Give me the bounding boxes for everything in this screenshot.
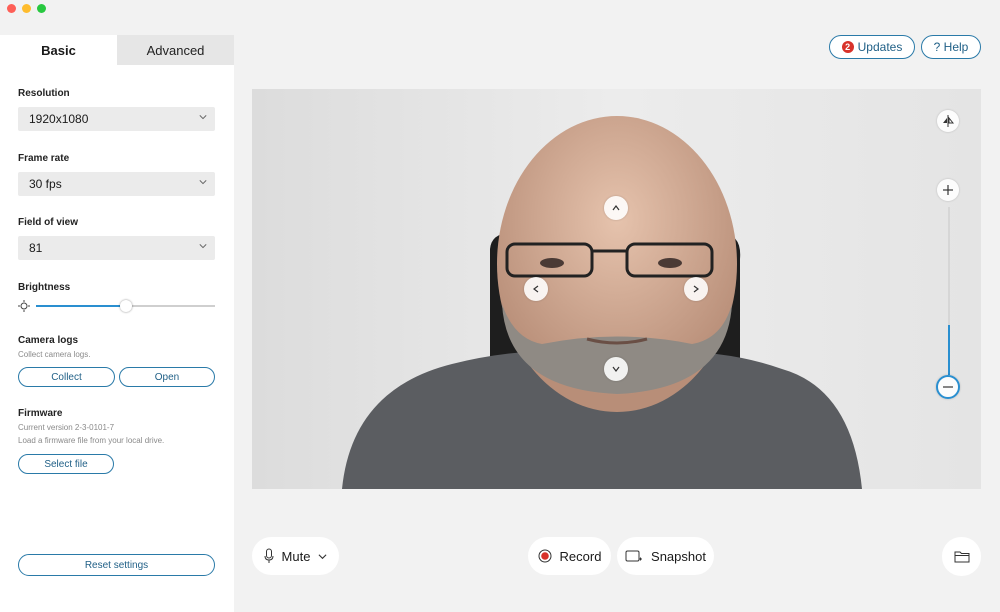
resolution-label: Resolution [18,88,70,99]
snapshot-label: Snapshot [651,548,706,564]
field-of-view-value: 81 [29,241,43,255]
zoom-slider-fill [948,325,950,375]
settings-tabs: Basic Advanced [0,35,234,65]
close-window-button[interactable] [7,4,16,13]
chevron-down-icon [199,180,207,185]
pan-down-icon [612,366,620,372]
brightness-icon [18,300,30,312]
firmware-hint: Load a firmware file from your local dri… [18,436,165,445]
mute-button[interactable]: Mute [252,537,339,575]
camera-logs-label: Camera logs [18,335,79,346]
minimize-window-button[interactable] [22,4,31,13]
updates-count-badge: 2 [841,41,854,53]
pan-right-icon [693,285,699,293]
camera-feed-image [252,89,981,489]
open-folder-button[interactable] [942,537,981,576]
mute-label: Mute [281,548,311,564]
record-button[interactable]: Record [528,537,611,575]
pan-right-button[interactable] [684,277,708,301]
flip-icon [943,115,954,127]
zoom-out-button[interactable] [936,375,960,399]
chevron-down-icon [318,553,327,559]
record-label: Record [559,548,602,564]
chevron-down-icon [199,115,207,120]
brightness-slider-thumb[interactable] [119,300,132,312]
zoom-in-button[interactable] [937,179,959,201]
window-controls [7,4,46,13]
field-of-view-label: Field of view [18,217,79,228]
snapshot-button[interactable]: Snapshot [617,537,714,575]
reset-settings-button[interactable]: Reset settings [18,554,215,576]
pan-up-icon [612,205,620,211]
pan-left-button[interactable] [524,277,548,301]
folder-icon [954,551,969,563]
microphone-icon [264,548,274,563]
record-icon [538,549,552,563]
zoom-out-icon [943,386,953,388]
firmware-label: Firmware [18,408,63,419]
field-of-view-select[interactable]: 81 [18,236,215,260]
collect-logs-button[interactable]: Collect [18,367,115,387]
camera-preview [252,89,981,489]
help-button[interactable]: ? Help [921,35,981,59]
select-firmware-file-button[interactable]: Select file [18,454,114,474]
snapshot-icon [625,550,643,561]
camera-logs-hint: Collect camera logs. [18,350,91,359]
pan-left-icon [533,285,539,293]
updates-button[interactable]: 2 Updates [829,35,915,59]
firmware-version: Current version 2-3-0101-7 [18,423,115,432]
pan-down-button[interactable] [604,357,628,381]
chevron-down-icon [199,244,207,249]
frame-rate-value: 30 fps [29,177,62,191]
resolution-value: 1920x1080 [29,112,89,126]
pan-up-button[interactable] [604,196,628,220]
app-window: Basic Advanced Resolution 1920x1080 Fram… [0,0,1000,612]
resolution-select[interactable]: 1920x1080 [18,107,215,131]
open-logs-button[interactable]: Open [119,367,215,387]
flip-button[interactable] [937,110,959,132]
tab-advanced[interactable]: Advanced [117,35,234,65]
tab-basic[interactable]: Basic [0,35,117,65]
brightness-label: Brightness [18,282,71,293]
brightness-slider[interactable] [36,300,215,312]
maximize-window-button[interactable] [37,4,46,13]
zoom-in-icon [943,185,953,195]
brightness-slider-fill [36,305,126,307]
frame-rate-select[interactable]: 30 fps [18,172,215,196]
frame-rate-label: Frame rate [18,153,70,164]
updates-label: Updates [857,40,903,54]
